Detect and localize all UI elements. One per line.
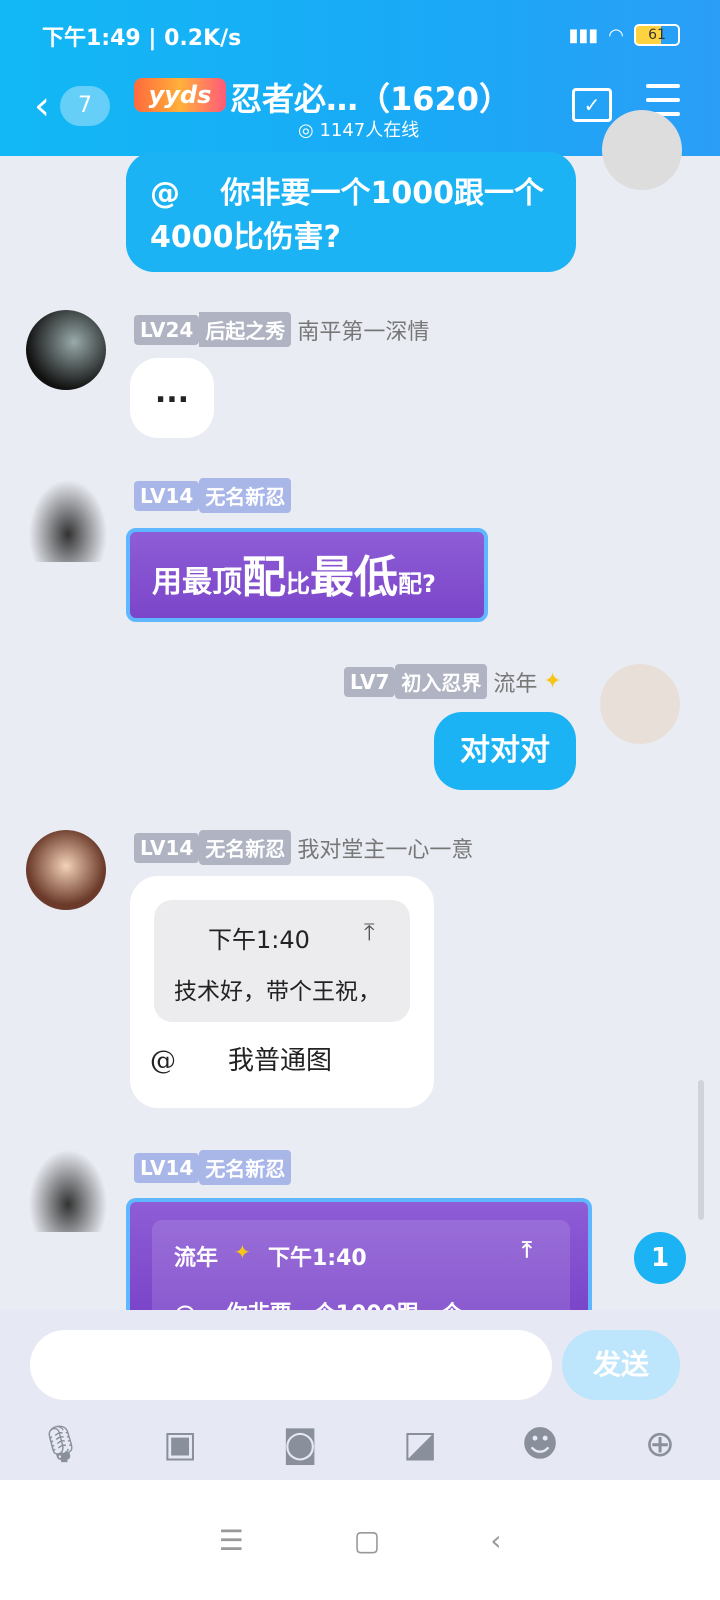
network-speed: 0.2K/s <box>164 26 242 51</box>
sender-name: 南平第一深情 <box>297 319 430 345</box>
title-badge: 后起之秀 <box>199 312 292 347</box>
jump-to-quote-icon[interactable]: ⤒ <box>522 1238 532 1263</box>
title-badge: 无名新忍 <box>199 830 292 865</box>
level-badge: LV14 <box>134 832 200 863</box>
sender-meta: LV14 无名新忍 <box>134 1150 292 1185</box>
title-badge: 初入忍界 <box>395 664 488 699</box>
card-message[interactable]: 流年 ✦ 下午1:40 ⤒ @ 你非要一个1000跟一个 <box>126 1198 592 1310</box>
back-icon[interactable]: ‹ <box>490 1524 501 1557</box>
online-count: ◎ 1147人在线 <box>298 120 420 141</box>
image-icon[interactable]: ▣ <box>158 1423 202 1467</box>
battery-icon: 61 <box>634 24 680 46</box>
card-message[interactable]: 用最顶配比最低配? <box>126 528 488 622</box>
title-badge: 无名新忍 <box>199 478 292 513</box>
calendar-check-icon[interactable]: ✓ <box>572 88 612 122</box>
mic-icon[interactable]: 🎙 <box>38 1423 84 1467</box>
unread-count-badge[interactable]: 7 <box>60 86 110 126</box>
quoted-message[interactable]: 下午1:40 ⤒ 技术好，带个王祝， <box>154 900 410 1022</box>
level-badge: LV14 <box>134 1152 200 1183</box>
plus-icon[interactable]: ⊕ <box>638 1423 682 1467</box>
sender-meta: LV14 无名新忍 <box>134 478 292 513</box>
level-badge: LV7 <box>344 666 396 697</box>
scrollbar[interactable] <box>698 1080 704 1220</box>
jump-to-quote-icon[interactable]: ⤒ <box>364 918 375 946</box>
group-title[interactable]: 忍者必…（1620） <box>230 74 511 120</box>
avatar-frame[interactable] <box>22 1140 114 1232</box>
gift-icon[interactable]: ◪ <box>398 1423 442 1467</box>
send-button[interactable]: 发送 <box>562 1330 680 1400</box>
wifi-icon: ◠ <box>608 24 624 46</box>
sparkle-icon: ✦ <box>543 669 562 694</box>
message-text: @ 我普通图 <box>150 1046 333 1076</box>
avatar[interactable] <box>26 310 106 390</box>
sender-meta: LV7 初入忍界 流年 ✦ <box>344 664 562 699</box>
quote-sender: 流年 <box>174 1246 219 1271</box>
camera-icon[interactable]: ◙ <box>278 1423 322 1467</box>
message-bubble[interactable]: 对对对 <box>434 712 576 790</box>
avatar[interactable] <box>602 110 682 190</box>
quote-time: 下午1:40 <box>208 926 310 954</box>
message-input[interactable] <box>30 1330 552 1400</box>
message-bubble[interactable]: 下午1:40 ⤒ 技术好，带个王祝， @ 我普通图 <box>130 876 434 1108</box>
system-nav-bar: ☰ ▢ ‹ <box>0 1480 720 1600</box>
level-badge: LV24 <box>134 314 200 345</box>
avatar-frame[interactable] <box>22 470 114 562</box>
emoji-icon[interactable]: ☻ <box>518 1423 562 1467</box>
avatar[interactable] <box>26 830 106 910</box>
sparkle-icon: ✦ <box>234 1240 251 1264</box>
back-arrow-icon[interactable]: ‹ <box>34 86 50 126</box>
group-badge: yyds <box>134 78 226 112</box>
home-icon[interactable]: ▢ <box>354 1524 380 1557</box>
quoted-message[interactable]: 流年 ✦ 下午1:40 ⤒ @ 你非要一个1000跟一个 <box>152 1220 570 1310</box>
avatar[interactable] <box>600 664 680 744</box>
quote-text: 技术好，带个王祝， <box>174 979 381 1005</box>
title-badge: 无名新忍 <box>199 1150 292 1185</box>
message-bubble[interactable]: ... <box>130 358 214 438</box>
level-badge: LV14 <box>134 480 200 511</box>
status-time: 下午1:49 <box>42 26 141 51</box>
sender-name: 流年 <box>493 671 538 697</box>
input-toolbar: 🎙 ▣ ◙ ◪ ☻ ⊕ <box>0 1410 720 1480</box>
quote-text: @ 你非要一个1000跟一个 <box>174 1296 463 1310</box>
new-message-indicator[interactable]: 1 <box>634 1232 686 1284</box>
signal-icon: ▮▮▮ <box>568 24 599 46</box>
recent-apps-icon[interactable]: ☰ <box>219 1524 244 1557</box>
sender-meta: LV14 无名新忍 我对堂主一心一意 <box>134 830 473 865</box>
online-icon: ◎ <box>298 120 320 141</box>
status-bar: 下午1:49 | 0.2K/s <box>42 26 242 51</box>
sender-name: 我对堂主一心一意 <box>297 837 474 863</box>
quote-time: 下午1:40 <box>268 1246 367 1271</box>
message-bubble[interactable]: @ 你非要一个1000跟一个4000比伤害? <box>126 152 576 272</box>
sender-meta: LV24 后起之秀 南平第一深情 <box>134 312 429 347</box>
status-icons: ▮▮▮ ◠ 61 <box>569 24 680 46</box>
